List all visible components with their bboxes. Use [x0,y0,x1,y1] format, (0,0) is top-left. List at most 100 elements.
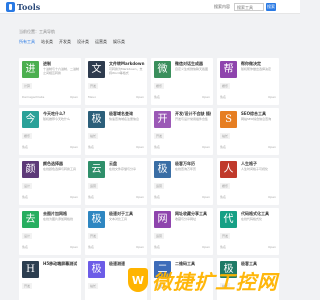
tool-icon: 云 [88,161,105,178]
open-link[interactable]: Open [136,145,144,151]
tool-title[interactable]: H5移动端屏幕测试 [43,261,79,266]
tool-title[interactable]: 颜色选择器 [43,161,79,166]
tool-title[interactable]: 极客域名查询 [109,111,145,116]
tool-title[interactable]: 帮你做决定 [241,61,277,66]
tool-card[interactable]: 帮帮你做决定 随机帮你做出选择决定 娱乐 佚名 Open [217,58,279,105]
card-footer: 佚名 Open [22,245,78,251]
card-footer: 佚名 Open [22,195,78,201]
open-link[interactable]: Open [136,95,144,101]
tool-card[interactable]: 颜颜色选择器 在线颜色选择与转换工具 设计 佚名 Open [19,158,81,205]
tool-description: 在线查询万年历 [175,167,197,171]
open-link[interactable]: Open [268,245,276,251]
tool-tag[interactable]: 娱乐 [22,133,33,139]
tool-card[interactable]: 今今天吃什么? 随机推荐今天吃什么 娱乐 佚名 Open [19,108,81,155]
tool-title[interactable]: 今天吃什么? [43,111,79,116]
tool-tag[interactable]: 娱乐 [154,83,165,89]
site-logo[interactable]: Tools [6,2,40,12]
tool-title[interactable]: 人生格子 [241,161,277,166]
open-link[interactable]: Open [70,195,78,201]
tool-tag[interactable]: 设计 [22,233,33,239]
tool-description: 在线为图片添加网格线 [43,217,74,221]
tool-card[interactable]: H H5移动端屏幕测试 开发 [19,258,81,300]
tool-description [43,267,79,279]
tool-tag[interactable]: 运营 [154,183,165,189]
tool-card[interactable]: 文文件转Markdown 可转换为Markdown，支持Word等格式 开发 Mevo… [85,58,147,105]
search-input[interactable] [234,3,264,11]
open-link[interactable]: Open [136,245,144,251]
tool-card[interactable]: 极极客万年历 在线查询万年历 运营 佚名 Open [151,158,213,205]
open-link[interactable]: Open [202,95,210,101]
tool-title[interactable]: 极客万年历 [175,161,211,166]
tool-card[interactable]: 开开发/设计不会缺 插件 开发与设计常用插件合集 开发 佚名 Open [151,108,213,155]
tool-title[interactable]: 开发/设计不会缺 插件 [175,111,211,116]
category-tab[interactable]: 所有工具 [19,39,35,45]
open-link[interactable]: Open [70,245,78,251]
tool-description: 在线文件存储与分享 [109,167,137,171]
tool-title[interactable]: 微信对话生成器 [175,61,211,66]
tool-tag[interactable]: 开发 [88,233,99,239]
tool-description: 开发与设计常用插件合集 [175,117,209,121]
search-button[interactable]: 搜索 [266,3,276,11]
open-link[interactable]: Open [268,195,276,201]
open-link[interactable]: Open [268,95,276,101]
tool-tag[interactable]: 站长 [88,283,99,289]
tool-title[interactable]: 云盘 [109,161,145,166]
tool-title[interactable]: 去图片加网格 [43,211,79,216]
tool-author: 佚名 [22,195,29,199]
category-nav: 所有工具 站长类 开发类 设计类 运营类 娱乐类 [19,39,125,45]
tool-title[interactable]: SEO综合工具 [241,111,277,116]
tool-author: 佚名 [220,195,227,199]
tool-author: 佚名 [220,245,227,249]
tool-icon: 文 [88,61,105,78]
tool-title[interactable]: 文件转Markdown [109,61,145,66]
tool-description: 在线颜色选择与转换工具 [43,167,77,171]
category-tab[interactable]: 娱乐类 [113,39,125,45]
tool-card[interactable]: 进进制 十进制与十六进制、二进制之间相互转换 计算 Demagachlabs Open [19,58,81,105]
tool-title[interactable]: 网址收藏分享工具 [175,211,211,216]
open-link[interactable]: Open [202,245,210,251]
open-link[interactable]: Open [136,195,144,201]
tool-card[interactable]: S SEO综合工具 网站SEO综合信息查询 站长 佚名 Open [217,108,279,155]
tool-title[interactable]: 代码格式化工具 [241,211,277,216]
tool-title[interactable]: 极速测速 [109,261,145,266]
open-link[interactable]: Open [268,145,276,151]
tool-description: 十进制与十六进制、二进制之间相互转换 [43,67,79,75]
tool-tag[interactable]: 站长 [220,133,231,139]
tool-tag[interactable]: 运营 [88,183,99,189]
tool-icon: 极 [88,261,105,278]
tool-grid: 进进制 十进制与十六进制、二进制之间相互转换 计算 Demagachlabs Open 文… [19,58,281,300]
tool-tag[interactable]: 计算 [22,83,33,89]
tool-card[interactable]: 极极速对于工具 文本对比工具 开发 佚名 Open [85,208,147,255]
tool-card[interactable]: 人人生格子 人生时间格子可视化 娱乐 佚名 Open [217,158,279,205]
tool-tag[interactable]: 娱乐 [220,183,231,189]
tool-tag[interactable]: 开发 [154,133,165,139]
open-link[interactable]: Open [70,95,78,101]
card-footer: 佚名 Open [88,195,144,201]
open-link[interactable]: Open [202,145,210,151]
category-tab[interactable]: 运营类 [95,39,107,45]
category-tab[interactable]: 开发类 [59,39,71,45]
open-link[interactable]: Open [70,145,78,151]
tool-title[interactable]: 极速对于工具 [109,211,145,216]
tool-tag[interactable]: 运营 [154,233,165,239]
tool-card[interactable]: 云云盘 在线文件存储与分享运营佚名 Open [85,158,147,205]
tool-tag[interactable]: 站长 [88,133,99,139]
category-tab[interactable]: 设计类 [77,39,89,45]
tool-title[interactable]: 进制 [43,61,79,66]
tool-card[interactable]: 极极客域名查询 快速查询域名注册信息 站长 佚名 Open [85,108,147,155]
logo-icon [6,2,15,12]
tool-card[interactable]: 网网址收藏分享工具 收藏与分享网址 运营 佚名 Open [151,208,213,255]
tool-card[interactable]: 代代码格式化工具 在线代码格式化 开发 佚名 Open [217,208,279,255]
logo-text: Tools [17,2,41,12]
tool-card[interactable]: 微微信对话生成器 自定义生成微信聊天截图 娱乐 佚名 Open [151,58,213,105]
open-link[interactable]: Open [202,195,210,201]
tool-tag[interactable]: 开发 [220,233,231,239]
tool-tag[interactable]: 开发 [22,283,33,289]
tool-tag[interactable]: 开发 [88,83,99,89]
tool-card[interactable]: 去去图片加网格 在线为图片添加网格线 设计 佚名 Open [19,208,81,255]
card-footer: Demagachlabs Open [22,95,78,101]
tool-tag[interactable]: 设计 [22,183,33,189]
category-tab[interactable]: 站长类 [41,39,53,45]
tool-tag[interactable]: 娱乐 [220,83,231,89]
tool-icon: 帮 [220,61,237,78]
